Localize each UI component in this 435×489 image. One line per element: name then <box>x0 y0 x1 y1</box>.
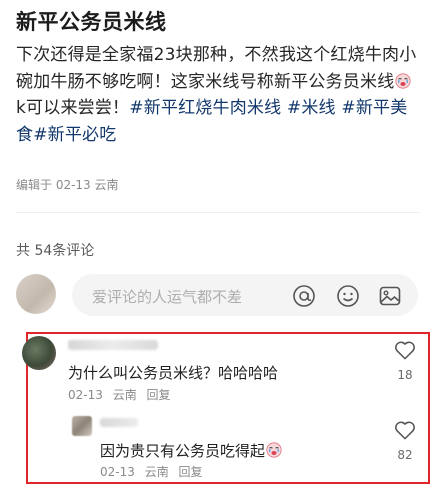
comment-date: 02-13 <box>68 388 103 402</box>
heart-icon <box>395 341 415 360</box>
comment-input-placeholder: 爱评论的人运气都不差 <box>92 288 243 306</box>
post-body-text-2: k可以来尝尝！ <box>16 98 130 118</box>
comment-meta: 02-13 云南 回复 <box>100 463 203 480</box>
post-body-text: 下次还得是全家福23块那种，不然我这个红烧牛肉小碗加牛肠不够吃啊！这家米线号称新… <box>16 45 417 92</box>
post-edit-meta: 编辑于 02-13 云南 <box>16 178 119 192</box>
post-page: 新平公务员米线 下次还得是全家福23块那种，不然我这个红烧牛肉小碗加牛肠不够吃啊… <box>0 0 435 489</box>
post-title: 新平公务员米线 <box>16 10 167 34</box>
comment-location: 云南 <box>144 465 169 479</box>
image-icon[interactable] <box>378 284 402 308</box>
avatar[interactable] <box>22 336 56 370</box>
like-count: 18 <box>397 368 413 382</box>
avatar[interactable] <box>72 416 92 436</box>
post-body: 下次还得是全家福23块那种，不然我这个红烧牛肉小碗加牛肠不够吃啊！这家米线号称新… <box>16 42 421 148</box>
hashtag-link[interactable]: #新平红烧牛肉米线 <box>129 98 281 118</box>
comment-text-content: 因为贵只有公务员吃得起 <box>100 442 266 460</box>
highlight-box <box>26 332 430 484</box>
hashtag-link[interactable]: #米线 <box>287 98 336 118</box>
blurred-username[interactable] <box>100 418 138 427</box>
comment-input[interactable]: 爱评论的人运气都不差 <box>72 274 418 316</box>
like-count: 82 <box>397 448 413 462</box>
comment-meta: 02-13 云南 回复 <box>68 386 171 403</box>
divider <box>16 212 419 213</box>
hashtag-link[interactable]: #新平必吃 <box>33 125 116 145</box>
crying-emoji-icon <box>266 442 282 458</box>
like-button[interactable]: 18 <box>391 340 419 382</box>
reply-button[interactable]: 回复 <box>179 465 203 479</box>
heart-icon <box>395 421 415 440</box>
crying-emoji-icon <box>395 72 412 89</box>
emoji-icon[interactable] <box>336 284 360 308</box>
like-button[interactable]: 82 <box>391 420 419 462</box>
comment-text: 因为贵只有公务员吃得起 <box>100 440 283 461</box>
comment-location: 云南 <box>112 388 137 402</box>
avatar <box>16 274 56 314</box>
comment-count: 共 54条评论 <box>16 243 95 259</box>
at-icon[interactable] <box>292 284 316 308</box>
comment-date: 02-13 <box>100 465 135 479</box>
blurred-username[interactable] <box>68 340 158 350</box>
reply-button[interactable]: 回复 <box>147 388 171 402</box>
comment-text: 为什么叫公务员米线？哈哈哈哈 <box>68 364 279 382</box>
